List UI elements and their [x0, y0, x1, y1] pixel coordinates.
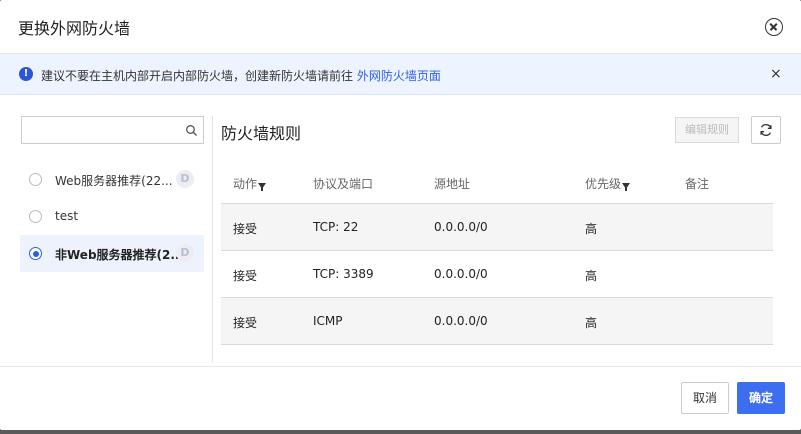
- column-label: 优先级: [585, 177, 622, 191]
- radio-button-checked[interactable]: [29, 247, 42, 260]
- notice-close-icon[interactable]: ×: [770, 66, 782, 82]
- search-input[interactable]: [26, 120, 176, 140]
- cell-protocol: TCP: 3389: [313, 267, 374, 281]
- column-header-remark: 备注: [685, 177, 710, 191]
- table-row: 接受 TCP: 3389 0.0.0.0/0 高: [221, 251, 773, 298]
- cell-source: 0.0.0.0/0: [434, 314, 488, 328]
- firewall-group-item-selected[interactable]: 非Web服务器推荐(2... D: [20, 235, 204, 272]
- notice-message: 建议不要在主机内部开启内部防火墙，创建新防火墙请前往: [41, 69, 357, 83]
- column-header-priority[interactable]: 优先级: [585, 175, 631, 192]
- table-row: 接受 ICMP 0.0.0.0/0 高: [221, 298, 773, 345]
- circle-close-icon[interactable]: [765, 18, 783, 36]
- firewall-group-panel: Web服务器推荐(22... D test 非Web服务器推荐(2... D: [20, 116, 206, 362]
- cell-action: 接受: [233, 269, 258, 283]
- firewall-group-item[interactable]: test: [20, 198, 204, 235]
- search-icon[interactable]: [185, 124, 198, 137]
- rules-title: 防火墙规则: [221, 124, 302, 143]
- rules-table: 动作 协议及端口 源地址 优先级 备注 接受 TCP: 22 0.0.0.0/0…: [221, 162, 773, 345]
- change-firewall-dialog: 更换外网防火墙 ! 建议不要在主机内部开启内部防火墙，创建新防火墙请前往 外网防…: [0, 0, 801, 430]
- firewall-group-item[interactable]: Web服务器推荐(22... D: [20, 161, 204, 198]
- radio-button[interactable]: [29, 173, 42, 186]
- firewall-group-list: Web服务器推荐(22... D test 非Web服务器推荐(2... D: [20, 161, 204, 272]
- dialog-header: 更换外网防火墙: [0, 0, 801, 54]
- notice-banner: ! 建议不要在主机内部开启内部防火墙，创建新防火墙请前往 外网防火墙页面 ×: [0, 54, 801, 95]
- cell-source: 0.0.0.0/0: [434, 220, 488, 234]
- refresh-icon: [760, 124, 772, 136]
- cell-action: 接受: [233, 222, 258, 236]
- search-box: [21, 116, 204, 144]
- cell-priority: 高: [585, 269, 598, 283]
- table-header: 动作 协议及端口 源地址 优先级 备注: [221, 162, 773, 204]
- dialog-title: 更换外网防火墙: [18, 19, 131, 38]
- filter-icon[interactable]: [258, 183, 267, 191]
- column-header-source: 源地址: [434, 177, 471, 191]
- notice-text: 建议不要在主机内部开启内部防火墙，创建新防火墙请前往 外网防火墙页面: [41, 67, 441, 84]
- table-row: 接受 TCP: 22 0.0.0.0/0 高: [221, 204, 773, 251]
- group-name: Web服务器推荐(22...: [55, 174, 173, 188]
- edit-rules-button[interactable]: 编辑规则: [675, 117, 739, 143]
- cell-protocol: TCP: 22: [313, 220, 359, 234]
- column-label: 动作: [233, 177, 258, 191]
- default-badge: D: [176, 170, 194, 188]
- column-header-protocol: 协议及端口: [313, 177, 374, 191]
- panel-divider: [212, 116, 213, 362]
- confirm-button[interactable]: 确定: [737, 382, 785, 414]
- group-name: test: [55, 209, 79, 223]
- radio-button[interactable]: [29, 210, 42, 223]
- cell-action: 接受: [233, 316, 258, 330]
- dialog-footer: 取消 确定: [0, 366, 801, 430]
- info-icon: !: [19, 67, 33, 81]
- filter-icon[interactable]: [622, 183, 631, 191]
- external-firewall-page-link[interactable]: 外网防火墙页面: [357, 69, 441, 83]
- cell-priority: 高: [585, 316, 598, 330]
- default-badge: D: [176, 244, 194, 262]
- cell-protocol: ICMP: [313, 314, 343, 328]
- cancel-button[interactable]: 取消: [681, 382, 729, 414]
- group-name: 非Web服务器推荐(2...: [55, 248, 185, 262]
- column-header-action[interactable]: 动作: [233, 175, 267, 192]
- cell-priority: 高: [585, 222, 598, 236]
- cell-source: 0.0.0.0/0: [434, 267, 488, 281]
- refresh-button[interactable]: [751, 116, 781, 144]
